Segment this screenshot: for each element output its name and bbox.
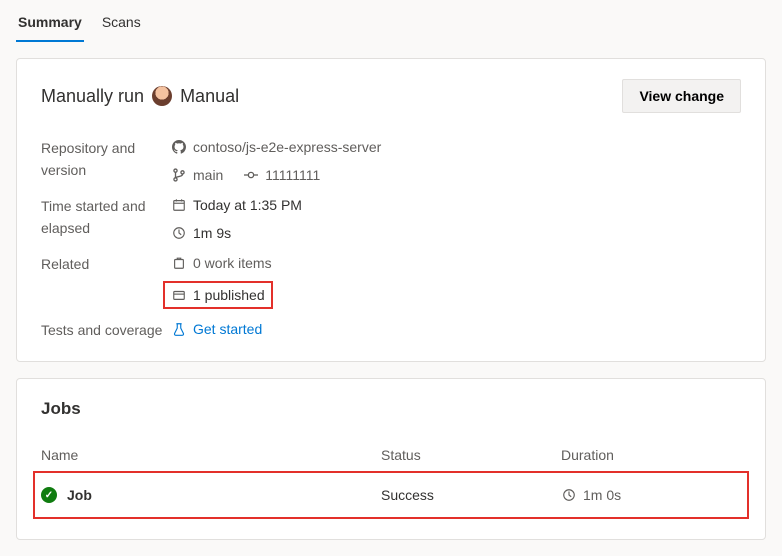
label-time: Time started and elapsed (41, 195, 171, 239)
work-items-link[interactable]: 0 work items (193, 253, 272, 273)
col-status: Status (381, 447, 561, 463)
label-tests: Tests and coverage (41, 319, 171, 341)
clock-icon (171, 225, 187, 241)
job-row[interactable]: Job Success 1m 0s (33, 471, 749, 519)
job-name-text: Job (67, 487, 92, 503)
time-started: Today at 1:35 PM (193, 195, 302, 215)
clock-icon (561, 487, 577, 503)
artifact-icon (171, 287, 187, 303)
branch-link[interactable]: main (193, 165, 223, 185)
job-status: Success (381, 487, 561, 503)
run-trigger: Manual (180, 86, 239, 107)
tabs: Summary Scans (0, 0, 782, 42)
col-name: Name (41, 447, 381, 463)
tests-get-started-link[interactable]: Get started (193, 319, 262, 339)
avatar (152, 86, 172, 106)
published-highlight: 1 published (163, 281, 273, 309)
col-duration: Duration (561, 447, 741, 463)
commit-icon (243, 167, 259, 183)
time-elapsed: 1m 9s (193, 223, 231, 243)
summary-card: Manually run Manual View change Reposito… (16, 58, 766, 362)
run-title: Manually run Manual (41, 86, 239, 107)
run-prefix: Manually run (41, 86, 144, 107)
commit-link[interactable]: 11111111 (265, 165, 320, 185)
repo-link[interactable]: contoso/js-e2e-express-server (193, 137, 381, 157)
workitem-icon (171, 255, 187, 271)
view-change-button[interactable]: View change (622, 79, 741, 113)
published-link[interactable]: 1 published (193, 285, 265, 305)
tab-summary[interactable]: Summary (16, 4, 84, 42)
calendar-icon (171, 197, 187, 213)
label-repo: Repository and version (41, 137, 171, 181)
label-related: Related (41, 253, 171, 275)
job-duration: 1m 0s (583, 487, 621, 503)
beaker-icon (171, 321, 187, 337)
branch-icon (171, 167, 187, 183)
success-icon (41, 487, 57, 503)
tab-scans[interactable]: Scans (100, 4, 143, 42)
jobs-card: Jobs Name Status Duration Job Success 1m… (16, 378, 766, 540)
github-icon (171, 139, 187, 155)
jobs-title: Jobs (41, 399, 741, 419)
